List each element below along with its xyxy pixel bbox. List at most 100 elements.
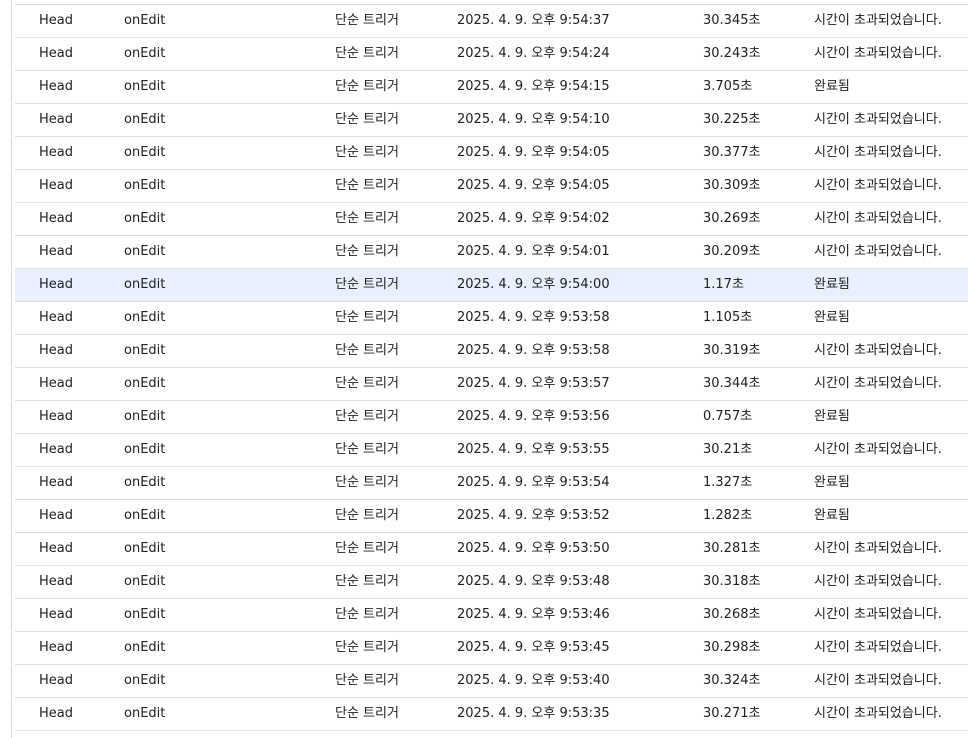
duration-cell: 30.324초 bbox=[703, 673, 761, 688]
table-row[interactable]: Head onEdit 단순 트리거 2025. 4. 9. 오후 9:53:46 30… bbox=[15, 599, 968, 632]
status-cell: 시간이 초과되었습니다. bbox=[814, 112, 942, 127]
function-cell: onEdit bbox=[124, 574, 166, 589]
type-cell: 단순 트리거 bbox=[335, 244, 399, 259]
table-row[interactable]: Head onEdit 단순 트리거 2025. 4. 9. 오후 9:54:15 3.… bbox=[15, 71, 968, 104]
deployment-cell: Head bbox=[39, 277, 73, 292]
executions-table: Head onEdit 단순 트리거 2025. 4. 9. 오후 9:54:37 30… bbox=[15, 4, 968, 731]
duration-cell: 30.309초 bbox=[703, 178, 761, 193]
status-cell: 완료됨 bbox=[814, 310, 850, 325]
type-cell: 단순 트리거 bbox=[335, 607, 399, 622]
start-time-cell: 2025. 4. 9. 오후 9:53:58 bbox=[457, 310, 610, 325]
start-time-cell: 2025. 4. 9. 오후 9:53:57 bbox=[457, 376, 610, 391]
type-cell: 단순 트리거 bbox=[335, 706, 399, 721]
deployment-cell: Head bbox=[39, 607, 73, 622]
function-cell: onEdit bbox=[124, 244, 166, 259]
table-row[interactable]: Head onEdit 단순 트리거 2025. 4. 9. 오후 9:53:57 30… bbox=[15, 368, 968, 401]
type-cell: 단순 트리거 bbox=[335, 376, 399, 391]
type-cell: 단순 트리거 bbox=[335, 211, 399, 226]
type-cell: 단순 트리거 bbox=[335, 13, 399, 28]
function-cell: onEdit bbox=[124, 211, 166, 226]
deployment-cell: Head bbox=[39, 640, 73, 655]
duration-cell: 30.345초 bbox=[703, 13, 761, 28]
type-cell: 단순 트리거 bbox=[335, 310, 399, 325]
table-row[interactable]: Head onEdit 단순 트리거 2025. 4. 9. 오후 9:53:45 30… bbox=[15, 632, 968, 665]
type-cell: 단순 트리거 bbox=[335, 574, 399, 589]
table-row[interactable]: Head onEdit 단순 트리거 2025. 4. 9. 오후 9:54:05 30… bbox=[15, 170, 968, 203]
table-row[interactable]: Head onEdit 단순 트리거 2025. 4. 9. 오후 9:53:35 30… bbox=[15, 698, 968, 731]
table-row[interactable]: Head onEdit 단순 트리거 2025. 4. 9. 오후 9:53:55 30… bbox=[15, 434, 968, 467]
deployment-cell: Head bbox=[39, 178, 73, 193]
type-cell: 단순 트리거 bbox=[335, 79, 399, 94]
function-cell: onEdit bbox=[124, 607, 166, 622]
function-cell: onEdit bbox=[124, 178, 166, 193]
type-cell: 단순 트리거 bbox=[335, 343, 399, 358]
table-row[interactable]: Head onEdit 단순 트리거 2025. 4. 9. 오후 9:54:00 1.… bbox=[15, 269, 968, 302]
function-cell: onEdit bbox=[124, 508, 166, 523]
table-row[interactable]: Head onEdit 단순 트리거 2025. 4. 9. 오후 9:54:05 30… bbox=[15, 137, 968, 170]
table-row[interactable]: Head onEdit 단순 트리거 2025. 4. 9. 오후 9:54:10 30… bbox=[15, 104, 968, 137]
table-row[interactable]: Head onEdit 단순 트리거 2025. 4. 9. 오후 9:54:37 30… bbox=[15, 4, 968, 38]
table-row[interactable]: Head onEdit 단순 트리거 2025. 4. 9. 오후 9:54:02 30… bbox=[15, 203, 968, 236]
status-cell: 시간이 초과되었습니다. bbox=[814, 211, 942, 226]
deployment-cell: Head bbox=[39, 508, 73, 523]
table-row[interactable]: Head onEdit 단순 트리거 2025. 4. 9. 오후 9:53:48 30… bbox=[15, 566, 968, 599]
table-row[interactable]: Head onEdit 단순 트리거 2025. 4. 9. 오후 9:53:40 30… bbox=[15, 665, 968, 698]
table-row[interactable]: Head onEdit 단순 트리거 2025. 4. 9. 오후 9:53:50 30… bbox=[15, 533, 968, 566]
status-cell: 시간이 초과되었습니다. bbox=[814, 640, 942, 655]
start-time-cell: 2025. 4. 9. 오후 9:54:10 bbox=[457, 112, 610, 127]
status-cell: 시간이 초과되었습니다. bbox=[814, 673, 942, 688]
status-cell: 시간이 초과되었습니다. bbox=[814, 607, 942, 622]
table-row[interactable]: Head onEdit 단순 트리거 2025. 4. 9. 오후 9:53:52 1.… bbox=[15, 500, 968, 533]
function-cell: onEdit bbox=[124, 277, 166, 292]
duration-cell: 30.298초 bbox=[703, 640, 761, 655]
table-row[interactable]: Head onEdit 단순 트리거 2025. 4. 9. 오후 9:54:24 30… bbox=[15, 38, 968, 71]
start-time-cell: 2025. 4. 9. 오후 9:53:50 bbox=[457, 541, 610, 556]
status-cell: 시간이 초과되었습니다. bbox=[814, 244, 942, 259]
function-cell: onEdit bbox=[124, 442, 166, 457]
duration-cell: 30.209초 bbox=[703, 244, 761, 259]
function-cell: onEdit bbox=[124, 310, 166, 325]
type-cell: 단순 트리거 bbox=[335, 46, 399, 61]
panel-divider bbox=[11, 0, 12, 738]
duration-cell: 30.269초 bbox=[703, 211, 761, 226]
function-cell: onEdit bbox=[124, 376, 166, 391]
function-cell: onEdit bbox=[124, 343, 166, 358]
duration-cell: 30.344초 bbox=[703, 376, 761, 391]
table-row[interactable]: Head onEdit 단순 트리거 2025. 4. 9. 오후 9:54:01 30… bbox=[15, 236, 968, 269]
table-row[interactable]: Head onEdit 단순 트리거 2025. 4. 9. 오후 9:53:54 1.… bbox=[15, 467, 968, 500]
deployment-cell: Head bbox=[39, 46, 73, 61]
type-cell: 단순 트리거 bbox=[335, 409, 399, 424]
type-cell: 단순 트리거 bbox=[335, 178, 399, 193]
status-cell: 시간이 초과되었습니다. bbox=[814, 13, 942, 28]
start-time-cell: 2025. 4. 9. 오후 9:54:00 bbox=[457, 277, 610, 292]
function-cell: onEdit bbox=[124, 79, 166, 94]
table-row[interactable]: Head onEdit 단순 트리거 2025. 4. 9. 오후 9:53:58 1.… bbox=[15, 302, 968, 335]
duration-cell: 30.281초 bbox=[703, 541, 761, 556]
type-cell: 단순 트리거 bbox=[335, 508, 399, 523]
type-cell: 단순 트리거 bbox=[335, 673, 399, 688]
deployment-cell: Head bbox=[39, 673, 73, 688]
function-cell: onEdit bbox=[124, 706, 166, 721]
deployment-cell: Head bbox=[39, 343, 73, 358]
status-cell: 시간이 초과되었습니다. bbox=[814, 541, 942, 556]
deployment-cell: Head bbox=[39, 211, 73, 226]
start-time-cell: 2025. 4. 9. 오후 9:53:52 bbox=[457, 508, 610, 523]
status-cell: 시간이 초과되었습니다. bbox=[814, 145, 942, 160]
type-cell: 단순 트리거 bbox=[335, 442, 399, 457]
type-cell: 단순 트리거 bbox=[335, 145, 399, 160]
status-cell: 시간이 초과되었습니다. bbox=[814, 376, 942, 391]
duration-cell: 1.17초 bbox=[703, 277, 744, 292]
status-cell: 시간이 초과되었습니다. bbox=[814, 46, 942, 61]
table-row[interactable]: Head onEdit 단순 트리거 2025. 4. 9. 오후 9:53:56 0.… bbox=[15, 401, 968, 434]
start-time-cell: 2025. 4. 9. 오후 9:53:55 bbox=[457, 442, 610, 457]
type-cell: 단순 트리거 bbox=[335, 640, 399, 655]
function-cell: onEdit bbox=[124, 13, 166, 28]
start-time-cell: 2025. 4. 9. 오후 9:54:37 bbox=[457, 13, 610, 28]
duration-cell: 1.327초 bbox=[703, 475, 753, 490]
start-time-cell: 2025. 4. 9. 오후 9:54:24 bbox=[457, 46, 610, 61]
status-cell: 시간이 초과되었습니다. bbox=[814, 442, 942, 457]
function-cell: onEdit bbox=[124, 409, 166, 424]
type-cell: 단순 트리거 bbox=[335, 112, 399, 127]
status-cell: 완료됨 bbox=[814, 277, 850, 292]
table-row[interactable]: Head onEdit 단순 트리거 2025. 4. 9. 오후 9:53:58 30… bbox=[15, 335, 968, 368]
